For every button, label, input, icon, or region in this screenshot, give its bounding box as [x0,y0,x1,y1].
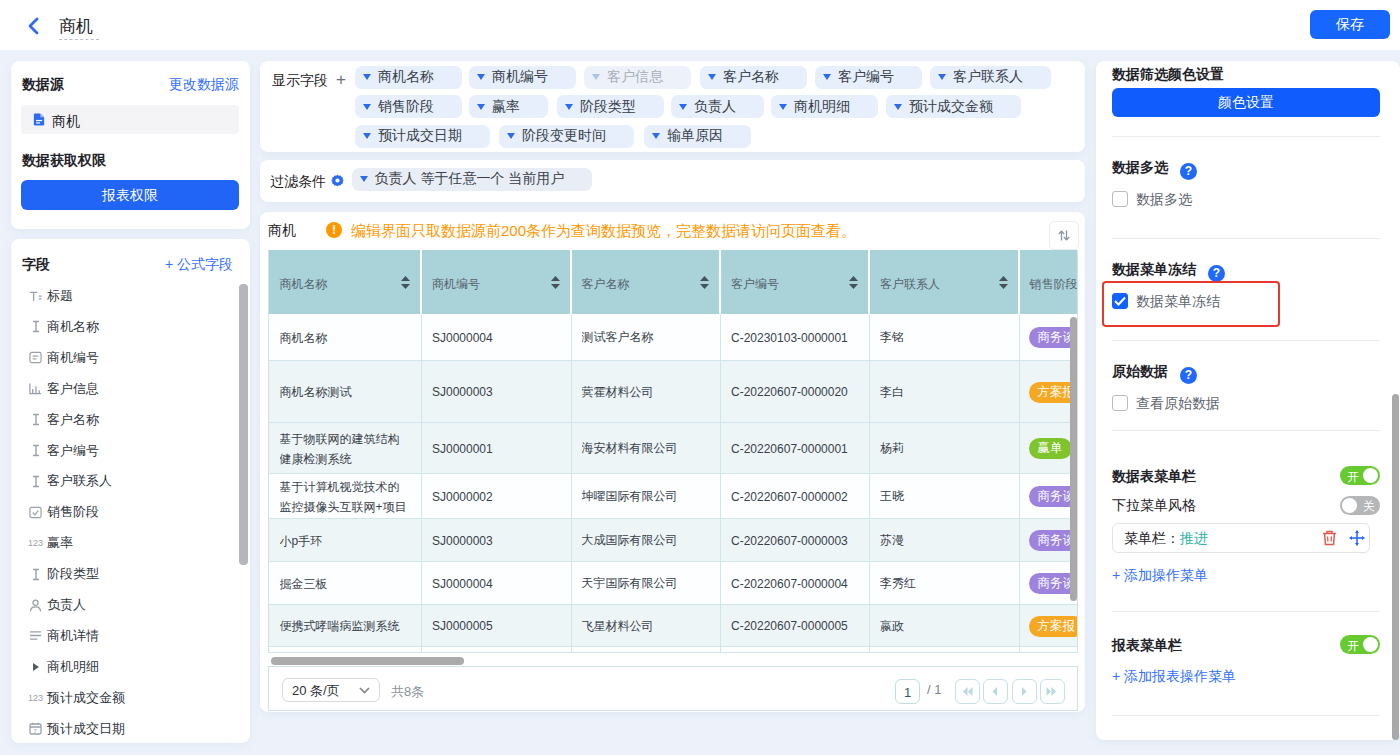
svg-text:7: 7 [34,728,38,734]
